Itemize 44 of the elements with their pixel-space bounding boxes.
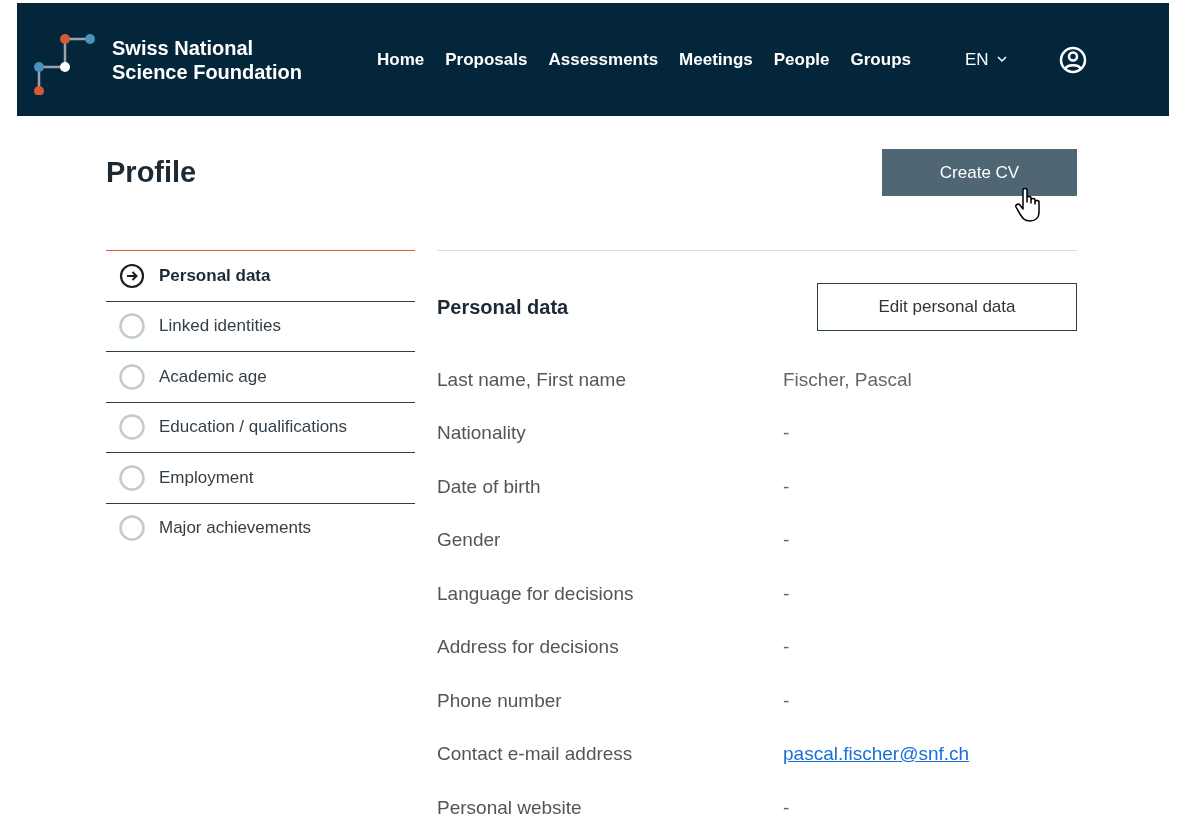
field-value: - — [783, 582, 790, 605]
section-tab[interactable]: Academic age — [106, 352, 415, 403]
nav-link[interactable]: Meetings — [679, 49, 753, 70]
field-value: - — [783, 422, 790, 445]
field-label: Phone number — [437, 689, 563, 712]
field-label: Language for decisions — [437, 582, 635, 605]
nav-link[interactable]: People — [773, 49, 830, 70]
field-label: Gender — [437, 529, 502, 552]
page-title: Profile — [106, 156, 197, 189]
field-label: Date of birth — [437, 475, 542, 498]
section-tab[interactable]: Personal data — [106, 251, 415, 302]
field-value: - — [783, 636, 790, 659]
field-label: Address for decisions — [437, 636, 620, 659]
arrow-circle-icon — [119, 262, 145, 289]
circle-icon — [119, 313, 145, 340]
field-value: Fischer, Pascal — [783, 368, 912, 391]
section-tab[interactable]: Major achievements — [106, 503, 415, 553]
nav-link[interactable]: Proposals — [445, 49, 528, 70]
logo-text: Science Foundation — [112, 59, 303, 84]
section-heading: Personal data — [437, 295, 569, 319]
field-label: Contact e-mail address — [437, 743, 634, 766]
section-tab[interactable]: Employment — [106, 453, 415, 504]
nav-link[interactable]: Groups — [850, 49, 911, 70]
nav-link[interactable]: Assessments — [548, 49, 659, 70]
circle-icon — [119, 515, 145, 542]
user-icon[interactable] — [1058, 45, 1087, 74]
field-label: Last name, First name — [437, 368, 628, 391]
email-link[interactable]: pascal.fischer@snf.ch — [783, 743, 970, 766]
field-label: Nationality — [437, 422, 527, 445]
section-tab[interactable]: Linked identities — [106, 301, 415, 352]
field-value: - — [783, 689, 790, 712]
field-value: - — [783, 529, 790, 552]
circle-icon — [119, 464, 145, 491]
circle-icon — [119, 414, 145, 441]
field-label: Personal website — [437, 796, 583, 816]
language-selector[interactable]: EN — [965, 49, 1007, 70]
section-tab[interactable]: Education / qualifications — [106, 402, 415, 453]
logo-text: Swiss National — [112, 35, 255, 60]
edit-button[interactable]: Edit personal data — [817, 283, 1077, 331]
caret-icon — [996, 56, 1007, 63]
field-value: - — [783, 475, 790, 498]
field-value: - — [783, 796, 790, 816]
nav-link[interactable]: Home — [377, 49, 425, 70]
circle-icon — [119, 363, 145, 390]
